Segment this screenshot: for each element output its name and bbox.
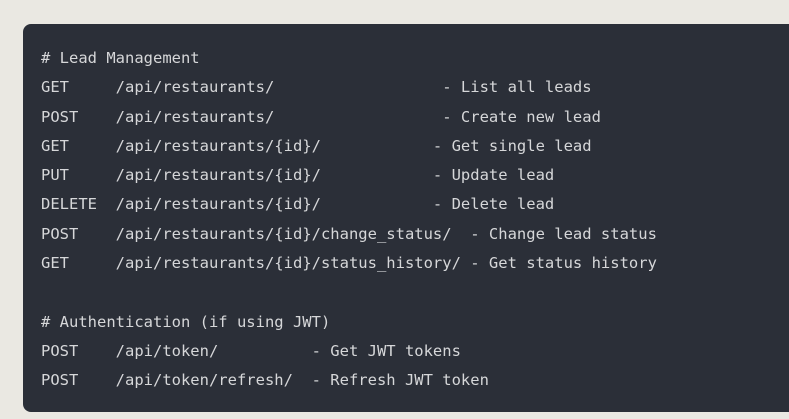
code-line-get-single-lead: GET /api/restaurants/{id}/ - Get single …: [41, 136, 592, 155]
code-line-get-jwt-tokens: POST /api/token/ - Get JWT tokens: [41, 341, 461, 360]
code-line-create-lead: POST /api/restaurants/ - Create new lead: [41, 107, 601, 126]
code-block: # Lead Management GET /api/restaurants/ …: [23, 24, 789, 412]
code-line-delete-lead: DELETE /api/restaurants/{id}/ - Delete l…: [41, 195, 555, 214]
code-line-refresh-jwt-token: POST /api/token/refresh/ - Refresh JWT t…: [41, 371, 489, 390]
code-line-comment-authentication: # Authentication (if using JWT): [41, 312, 331, 331]
code-line-update-lead: PUT /api/restaurants/{id}/ - Update lead: [41, 166, 555, 185]
code-line-change-status: POST /api/restaurants/{id}/change_status…: [41, 224, 657, 243]
code-line-status-history: GET /api/restaurants/{id}/status_history…: [41, 254, 657, 273]
page: # Lead Management GET /api/restaurants/ …: [0, 0, 789, 419]
code-line-comment-lead-management: # Lead Management: [41, 49, 200, 67]
code-line-list-leads: GET /api/restaurants/ - List all leads: [41, 78, 592, 97]
